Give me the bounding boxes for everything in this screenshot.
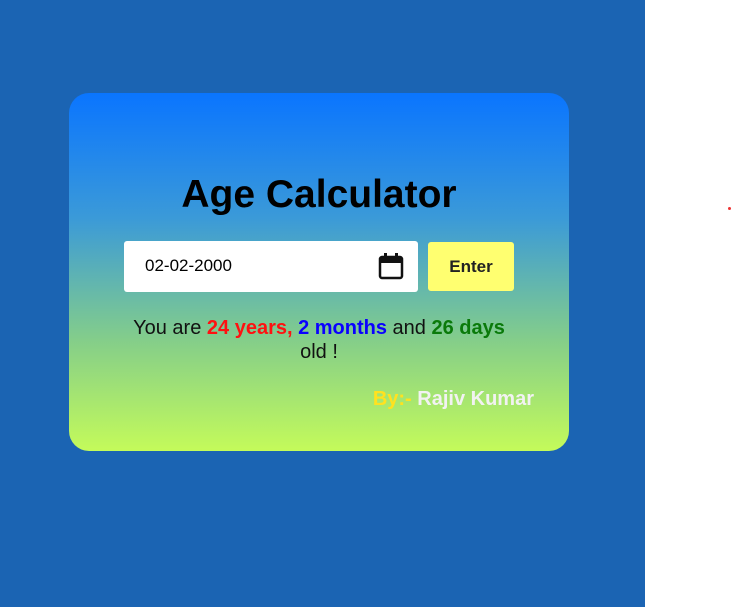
result-years: 24 years, [206, 317, 293, 339]
enter-button[interactable]: Enter [428, 242, 514, 291]
result-and: and [387, 317, 432, 339]
result-suffix: old ! [300, 341, 338, 363]
byline-prefix: By:- [372, 388, 412, 410]
stray-dot [728, 207, 731, 210]
page-title: Age Calculator [181, 173, 457, 216]
age-calculator-card: Age Calculator 02-02-2000 Enter You are … [69, 93, 569, 451]
age-result: You are 24 years, 2 months and 26 days o… [69, 316, 569, 364]
author-name: Rajiv Kumar [417, 388, 534, 410]
date-input-value: 02-02-2000 [145, 256, 232, 275]
result-days: 26 days [431, 317, 505, 339]
author-byline: By:- Rajiv Kumar [373, 388, 534, 411]
result-prefix: You are [133, 317, 207, 339]
date-input[interactable]: 02-02-2000 [124, 241, 418, 292]
result-months: 2 months [298, 317, 387, 339]
calendar-icon[interactable] [378, 252, 404, 280]
